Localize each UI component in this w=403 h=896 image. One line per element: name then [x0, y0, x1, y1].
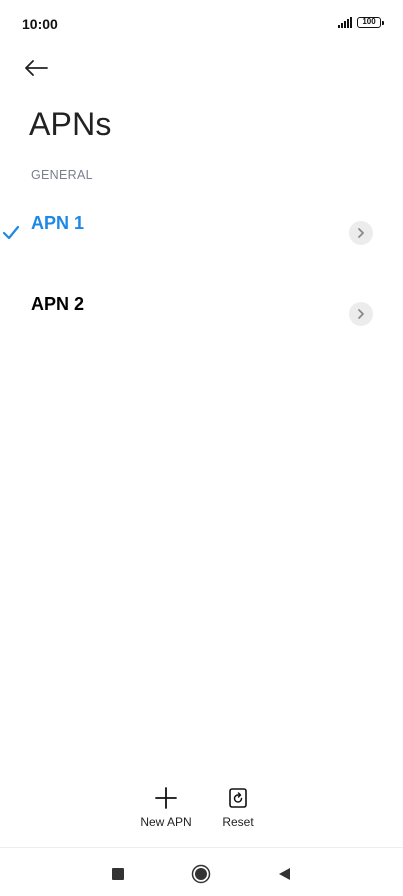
new-apn-label: New APN: [140, 815, 192, 829]
apn-item-1[interactable]: APN 1: [0, 199, 403, 263]
page-title: APNs: [29, 106, 112, 142]
system-navigation-bar: [0, 848, 403, 896]
apn-label: APN 1: [31, 213, 85, 233]
status-time: 10:00: [22, 16, 58, 32]
battery-icon: 100: [357, 17, 384, 28]
status-icons: 100: [338, 17, 384, 28]
reset-button[interactable]: Reset: [212, 784, 264, 829]
chevron-right-icon: [358, 309, 364, 319]
new-apn-button[interactable]: New APN: [136, 784, 196, 829]
apn-label: APN 2: [31, 294, 85, 314]
chevron-right-icon: [358, 228, 364, 238]
back-triangle-icon: [278, 868, 290, 880]
reset-icon: [229, 788, 247, 808]
back-nav-button[interactable]: [270, 860, 298, 888]
signal-icon: [338, 17, 352, 28]
home-icon: [191, 864, 211, 884]
apn-item-2[interactable]: APN 2: [0, 280, 403, 344]
back-button[interactable]: [24, 52, 64, 84]
apn-details-button[interactable]: [349, 221, 373, 245]
section-header-general: GENERAL: [31, 168, 93, 182]
recent-apps-button[interactable]: [104, 860, 132, 888]
arrow-left-icon: [25, 60, 48, 76]
plus-icon: [155, 787, 177, 809]
apn-details-button[interactable]: [349, 302, 373, 326]
recent-apps-icon: [112, 868, 124, 880]
checkmark-icon: [2, 225, 20, 240]
bottom-action-bar: New APN Reset: [0, 784, 403, 834]
home-button[interactable]: [187, 860, 215, 888]
reset-label: Reset: [222, 815, 254, 829]
status-bar: 10:00 100: [0, 0, 403, 48]
